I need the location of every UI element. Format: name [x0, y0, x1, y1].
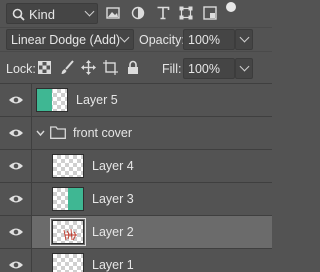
image-filter-icon[interactable] [106, 6, 120, 20]
move-icon[interactable] [81, 60, 96, 75]
opacity-label: Opacity: [139, 33, 185, 47]
layer-filter-bar: Kind [0, 0, 272, 27]
brush-icon[interactable] [60, 60, 74, 75]
chevron-down-icon [119, 32, 130, 43]
fill-input[interactable]: 100% [183, 58, 235, 79]
lock-transparent-pixels-icon[interactable] [38, 61, 51, 74]
eye-icon [9, 96, 23, 104]
eye-icon [9, 162, 23, 170]
kind-filter-label: Kind [29, 7, 56, 22]
fill-slider-button[interactable] [235, 58, 253, 79]
folder-icon [50, 126, 66, 139]
blend-options-bar: Linear Dodge (Add) Opacity: 100% [0, 27, 272, 51]
layer-group-row[interactable]: front cover [0, 116, 272, 150]
layer-row[interactable]: Layer 5 [0, 83, 272, 117]
visibility-toggle[interactable] [0, 249, 32, 272]
artboard-lock-icon[interactable] [103, 60, 118, 75]
type-filter-icon[interactable] [156, 6, 170, 20]
chevron-down-icon [84, 6, 95, 17]
group-name[interactable]: front cover [73, 126, 132, 140]
eye-icon [9, 228, 23, 236]
chevron-down-icon[interactable] [36, 130, 45, 137]
shape-filter-icon[interactable] [179, 6, 193, 20]
search-icon [12, 8, 25, 21]
opacity-input[interactable]: 100% [183, 29, 235, 50]
layer-name[interactable]: Layer 4 [92, 159, 134, 173]
eye-icon [9, 261, 23, 269]
lock-all-icon[interactable] [127, 60, 139, 75]
layer-row-selected[interactable]: Layer 2 [0, 215, 272, 249]
teal-fill [68, 188, 83, 210]
lock-label: Lock: [6, 62, 36, 76]
fill-label: Fill: [162, 62, 182, 76]
opacity-value: 100% [188, 33, 220, 47]
chevron-down-icon [239, 61, 250, 72]
layer-thumbnail [36, 88, 68, 112]
layer-name[interactable]: Layer 5 [76, 93, 118, 107]
layer-name[interactable]: Layer 3 [92, 192, 134, 206]
filter-toggle-icon[interactable] [226, 2, 236, 12]
visibility-toggle[interactable] [0, 84, 32, 117]
layer-thumbnail [52, 154, 84, 178]
layer-thumbnail [50, 218, 86, 246]
sketch-thumbnail-icon [63, 228, 77, 241]
opacity-slider-button[interactable] [235, 29, 253, 50]
layer-row[interactable]: Layer 3 [0, 182, 272, 216]
eye-icon [9, 129, 23, 137]
visibility-toggle[interactable] [0, 183, 32, 216]
lock-options-bar: Lock: Fill: 100% [0, 51, 272, 83]
visibility-toggle[interactable] [0, 216, 32, 249]
layer-thumbnail [52, 187, 84, 211]
eye-icon [9, 195, 23, 203]
kind-filter-dropdown[interactable]: Kind [6, 3, 98, 24]
layer-name[interactable]: Layer 2 [92, 225, 134, 239]
teal-fill [37, 89, 52, 111]
blend-mode-dropdown[interactable]: Linear Dodge (Add) [6, 29, 134, 50]
smart-object-filter-icon[interactable] [203, 6, 217, 20]
layer-name[interactable]: Layer 1 [92, 258, 134, 272]
layer-row[interactable]: Layer 4 [0, 149, 272, 183]
fill-value: 100% [188, 62, 220, 76]
chevron-down-icon [239, 32, 250, 43]
visibility-toggle[interactable] [0, 150, 32, 183]
blend-mode-value: Linear Dodge (Add) [11, 33, 121, 47]
adjustment-filter-icon[interactable] [131, 6, 145, 20]
layer-thumbnail [52, 253, 84, 272]
visibility-toggle[interactable] [0, 117, 32, 150]
layer-row[interactable]: Layer 1 [0, 248, 272, 272]
